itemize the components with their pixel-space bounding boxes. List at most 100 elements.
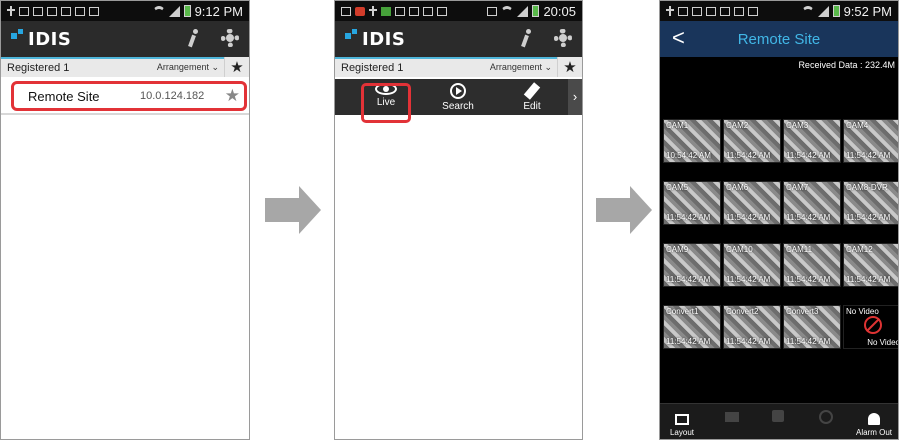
camera-time: 11:54:42 AM xyxy=(786,337,831,346)
pencil-icon xyxy=(523,82,541,100)
camera-tile[interactable]: CAM8-DVR 11:54:42 AM xyxy=(843,181,898,225)
group-bar: Registered 1 Arrangement ⌄ ★ xyxy=(1,57,249,77)
usb-icon xyxy=(369,6,377,16)
camera-tile[interactable]: CAM2 11:54:42 AM xyxy=(723,119,781,163)
app-icon xyxy=(341,6,351,16)
alarm-out-button[interactable]: Alarm Out xyxy=(854,413,894,437)
mail-icon xyxy=(692,6,702,16)
message-icon xyxy=(75,6,85,16)
camera-name: CAM2 xyxy=(726,121,749,130)
battery-icon xyxy=(832,5,840,17)
idis-logo-icon xyxy=(345,29,359,49)
signal-icon xyxy=(817,5,829,17)
layout-button[interactable]: Layout xyxy=(662,414,702,437)
image-icon xyxy=(678,6,688,16)
app-header: IDIS xyxy=(1,21,249,57)
camera-name: CAM9 xyxy=(666,245,689,254)
group-label: Registered 1 xyxy=(7,62,70,74)
camera-tile[interactable]: CAM1 10:54:42 AM xyxy=(663,119,721,163)
arrangement-dropdown[interactable]: Arrangement ⌄ xyxy=(490,62,552,73)
camera-tile[interactable]: CAM11 11:54:42 AM xyxy=(783,243,841,287)
camera-tile[interactable]: Convert3 11:54:42 AM xyxy=(783,305,841,349)
camera-time: 11:54:42 AM xyxy=(726,275,771,284)
camera-tile[interactable]: CAM12 11:54:42 AM xyxy=(843,243,898,287)
message-icon xyxy=(423,6,433,16)
status-bar: 9:12 PM xyxy=(1,1,249,21)
camera-tile[interactable]: CAM9 11:54:42 AM xyxy=(663,243,721,287)
more-actions-button[interactable]: › xyxy=(568,79,582,115)
camera-tile-no-video[interactable]: No Video No Video xyxy=(843,305,899,349)
site-list-item[interactable]: Remote Site 10.0.124.182 ★ xyxy=(11,81,247,111)
no-video-icon xyxy=(864,316,882,334)
runner-icon[interactable] xyxy=(185,29,203,49)
camera-tile[interactable]: CAM7 11:54:42 AM xyxy=(783,181,841,225)
group-label: Registered 1 xyxy=(341,62,404,74)
camera-name: Convert2 xyxy=(726,307,759,316)
status-time: 9:12 PM xyxy=(194,3,243,19)
image-icon xyxy=(395,6,405,16)
star-icon[interactable]: ★ xyxy=(225,86,240,106)
camera-button[interactable] xyxy=(712,412,752,425)
received-data: Received Data : 232.4M xyxy=(798,60,895,70)
gear-icon[interactable] xyxy=(221,29,239,47)
live-header: < Remote Site xyxy=(660,21,898,57)
site-ip: 10.0.124.182 xyxy=(140,90,205,102)
favorite-filter-button[interactable]: ★ xyxy=(224,57,249,77)
camera-time: 11:54:42 AM xyxy=(846,151,891,160)
camera-name: CAM11 xyxy=(786,245,813,254)
edit-label: Edit xyxy=(523,101,541,112)
camera-time: 11:54:42 AM xyxy=(726,213,771,222)
camera-time: 11:54:42 AM xyxy=(666,213,711,222)
mail-icon xyxy=(706,6,716,16)
star-icon: ★ xyxy=(563,59,577,76)
no-video-label: No Video xyxy=(867,338,899,347)
camera-name: CAM8-DVR xyxy=(846,183,888,192)
battery-icon xyxy=(532,5,540,17)
live-bottom-bar: Layout Alarm Out xyxy=(660,403,898,439)
layout-icon xyxy=(675,414,689,425)
record-icon xyxy=(355,6,365,16)
layout-label: Layout xyxy=(669,428,695,437)
signal-icon xyxy=(168,5,180,17)
camera-tile[interactable]: Convert1 11:54:42 AM xyxy=(663,305,721,349)
speaker-button[interactable] xyxy=(758,410,798,425)
alarm-out-label: Alarm Out xyxy=(855,428,892,437)
gear-icon[interactable] xyxy=(554,29,572,47)
group-bar: Registered 1 Arrangement ⌄ ★ xyxy=(335,57,582,77)
star-icon: ★ xyxy=(230,59,244,76)
favorite-filter-button[interactable]: ★ xyxy=(557,57,582,77)
signal-icon xyxy=(517,5,529,17)
android-icon xyxy=(381,6,391,16)
camera-name: CAM6 xyxy=(726,183,749,192)
phone-screen-site-list: 9:12 PM IDIS Registered 1 Arrangement ⌄ … xyxy=(0,0,250,440)
status-time: 20:05 xyxy=(543,3,576,19)
ptz-icon xyxy=(819,410,833,424)
search-label: Search xyxy=(442,101,474,112)
mail-icon xyxy=(33,6,43,16)
site-name: Remote Site xyxy=(28,88,100,104)
camera-tile[interactable]: CAM10 11:54:42 AM xyxy=(723,243,781,287)
message-icon xyxy=(409,6,419,16)
camera-name: CAM4 xyxy=(846,121,869,130)
ptz-button[interactable] xyxy=(806,410,846,427)
camera-tile[interactable]: Convert2 11:54:42 AM xyxy=(723,305,781,349)
divider xyxy=(1,113,249,115)
camera-tile[interactable]: CAM4 11:54:42 AM xyxy=(843,119,898,163)
speaker-icon xyxy=(772,410,784,422)
arrangement-dropdown[interactable]: Arrangement ⌄ xyxy=(157,62,219,73)
search-button[interactable]: Search xyxy=(431,79,485,115)
bag-icon xyxy=(89,6,99,16)
camera-tile[interactable]: CAM6 11:54:42 AM xyxy=(723,181,781,225)
notification-icons xyxy=(341,6,447,16)
notification-icons xyxy=(666,6,758,16)
mail-icon xyxy=(437,6,447,16)
runner-icon[interactable] xyxy=(518,29,536,49)
camera-name: CAM3 xyxy=(786,121,809,130)
bell-icon xyxy=(868,413,880,425)
camera-name: CAM1 xyxy=(666,121,689,130)
app-logo: IDIS xyxy=(362,28,406,50)
edit-button[interactable]: Edit xyxy=(505,79,559,115)
back-button[interactable]: < xyxy=(672,25,685,51)
camera-tile[interactable]: CAM5 11:54:42 AM xyxy=(663,181,721,225)
camera-tile[interactable]: CAM3 11:54:42 AM xyxy=(783,119,841,163)
